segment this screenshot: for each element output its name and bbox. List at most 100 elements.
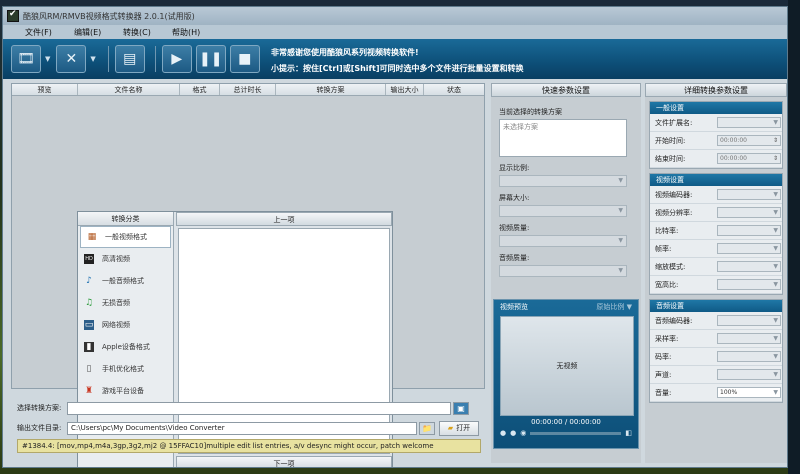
scheme-select-field[interactable] [67,401,451,415]
preview-ratio-select[interactable]: 原始比例 ▼ [596,302,632,312]
col-status[interactable]: 状态 [424,84,484,95]
time-separator: / [564,418,568,426]
sample-rate-select[interactable] [717,333,781,344]
category-web-video[interactable]: ▭ 网络视频 [78,314,173,336]
audio-bitrate-select[interactable] [717,351,781,362]
start-time-row: 开始时间: 00:00:00 [650,132,782,150]
audio-quality-select[interactable] [499,265,627,277]
col-format[interactable]: 格式 [180,84,220,95]
toolbar: 🎞 ▼ ✕ ▼ ▤ ▶ ❚❚ ■ 非常感谢您使用酷狼风系列视频转换软件! 小提示… [3,39,787,79]
hd-icon: HD [84,254,94,264]
prev-item-button[interactable]: 上一项 [176,212,392,226]
remove-dropdown-icon[interactable]: ▼ [90,55,95,63]
col-duration[interactable]: 总计时长 [220,84,276,95]
toolbar-message: 非常感谢您使用酷狼风系列视频转换软件! 小提示：按住[Ctrl]或[Shift]… [271,45,524,77]
category-label: 手机优化格式 [102,365,144,373]
chart-icon: ▤ [123,51,137,67]
start-time-label: 开始时间: [655,136,686,145]
background-window-edge [788,0,800,474]
menu-file[interactable]: 文件(F) [25,27,74,38]
pause-icon: ❚❚ [199,51,223,67]
pause-button[interactable]: ❚❚ [195,45,226,73]
video-codec-select[interactable] [717,189,781,200]
category-lossless-audio[interactable]: ♫ 无损音频 [78,292,173,314]
detail-settings-title: 详细转换参数设置 [645,83,787,97]
audio-bitrate-label: 码率: [655,352,672,361]
col-output-size[interactable]: 输出大小 [386,84,424,95]
next-item-button[interactable]: 下一项 [176,456,392,467]
category-general-video[interactable]: ▦ 一般视频格式 [80,226,171,248]
start-time-spinner[interactable]: 00:00:00 [717,135,781,146]
play-icon[interactable]: ● [500,429,506,437]
play-icon: ▶ [171,51,183,67]
web-video-icon: ▭ [84,320,94,330]
category-label: 网络视频 [102,321,130,329]
audio-codec-row: 音频编码器: [650,312,782,330]
display-ratio-label: 显示比例: [499,164,530,172]
menu-edit[interactable]: 编辑(E) [74,27,123,38]
film-icon: ▦ [87,232,97,242]
menu-bar: 文件(F) 编辑(E) 转换(C) 帮助(H) [3,25,787,39]
scheme-row: 选择转换方案: ▣ [11,399,485,417]
add-file-dropdown-icon[interactable]: ▼ [45,55,50,63]
scale-mode-select[interactable] [717,261,781,272]
output-dir-row: 输出文件目录: C:\Users\pc\My Documents\Video C… [11,419,485,437]
phone-icon: ▯ [86,364,92,374]
framerate-select[interactable] [717,243,781,254]
convert-settings-button[interactable]: ▤ [114,45,145,73]
screen-size-select[interactable] [499,205,627,217]
category-label: 高清视频 [102,255,130,263]
stop-icon[interactable]: ● [510,429,516,437]
col-preview[interactable]: 预览 [12,84,78,95]
category-general-audio[interactable]: ♪ 一般音频格式 [78,270,173,292]
end-time-spinner[interactable]: 00:00:00 [717,153,781,164]
display-ratio-select[interactable] [499,175,627,187]
menu-help[interactable]: 帮助(H) [172,27,221,38]
preview-screen: 无视频 [500,316,634,416]
snapshot-icon[interactable]: ◉ [520,429,526,437]
category-mobile[interactable]: ▯ 手机优化格式 [78,358,173,380]
music-notes-icon: ♫ [84,298,94,308]
main-area: 预览 文件名称 格式 总计时长 转换方案 输出大小 状态 转换分类 ▦ 一般视频… [3,79,787,467]
bitrate-select[interactable] [717,225,781,236]
volume-icon[interactable]: ◧ [625,429,632,437]
audio-codec-label: 音频编码器: [655,316,693,325]
video-quality-select[interactable] [499,235,627,247]
category-apple-device[interactable]: ▮ Apple设备格式 [78,336,173,358]
preview-ratio-label: 原始比例 [596,303,625,311]
video-resolution-select[interactable] [717,207,781,218]
remove-file-button[interactable]: ✕ [56,45,87,73]
aspect-ratio-label: 宽高比: [655,280,679,289]
aspect-ratio-row: 宽高比: [650,276,782,294]
start-convert-button[interactable]: ▶ [161,45,192,73]
audio-codec-select[interactable] [717,315,781,326]
menu-convert[interactable]: 转换(C) [123,27,172,38]
general-settings-header: 一般设置 [650,102,782,114]
video-settings-section: 视频设置 视频编码器: 视频分辨率: 比特率: 帧率: 缩放模式: 宽高比: [649,173,783,295]
video-settings-header: 视频设置 [650,174,782,186]
category-hd-video[interactable]: HD 高清视频 [78,248,173,270]
time-current: 00:00:00 [531,418,563,426]
music-note-icon: ♪ [86,276,92,286]
video-quality-label: 视频质量: [499,224,530,232]
video-preview: 视频预览 原始比例 ▼ 无视频 00:00:00 / 00:00:00 ● ● … [493,299,639,449]
aspect-ratio-select[interactable] [717,279,781,290]
browse-folder-icon[interactable]: 📁 [419,421,435,435]
status-bar: #1384.4: [mov,mp4,m4a,3gp,3g2,mj2 @ 15FF… [17,439,481,453]
stop-button[interactable]: ■ [229,45,260,73]
open-folder-button[interactable]: ▰ 打开 [439,420,479,436]
output-dir-field[interactable]: C:\Users\pc\My Documents\Video Converter [67,421,417,435]
detail-settings-panel: 详细转换参数设置 一般设置 文件扩展名: 开始时间: 00:00:00 结束时间… [645,83,787,463]
sample-rate-row: 采样率: [650,330,782,348]
ext-select[interactable] [717,117,781,128]
preview-time: 00:00:00 / 00:00:00 [494,418,638,426]
add-file-button[interactable]: 🎞 [11,45,41,73]
col-filename[interactable]: 文件名称 [78,84,180,95]
col-scheme[interactable]: 转换方案 [276,84,386,95]
volume-select[interactable]: 100% [717,387,781,398]
save-scheme-icon[interactable]: ▣ [453,401,469,415]
film-add-icon: 🎞 [17,51,35,67]
channel-select[interactable] [717,369,781,380]
volume-row: 音量: 100% [650,384,782,402]
seek-slider[interactable] [530,431,622,435]
